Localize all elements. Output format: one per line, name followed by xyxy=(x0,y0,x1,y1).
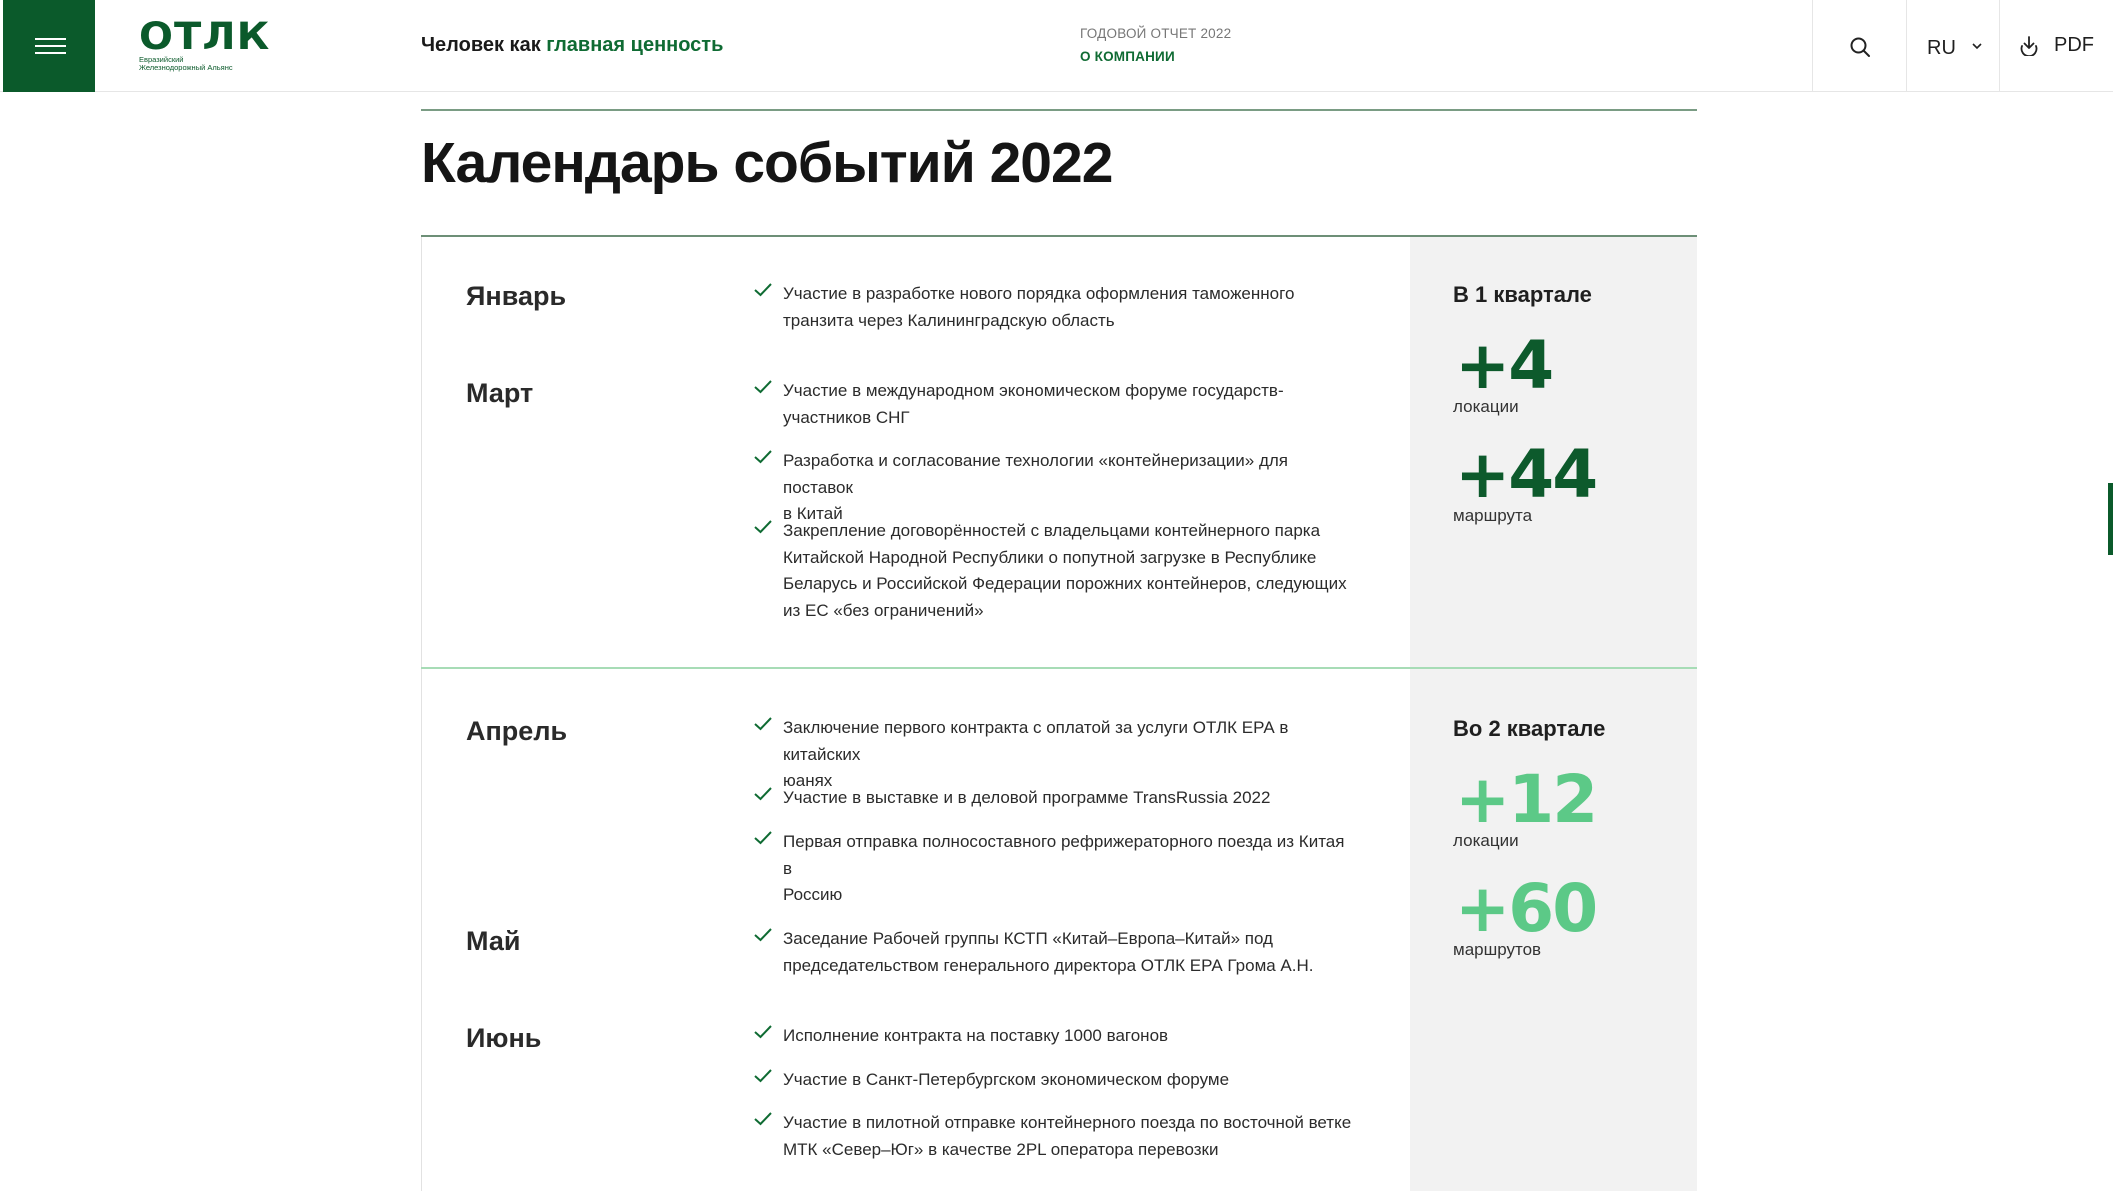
pdf-label: PDF xyxy=(2054,34,2094,56)
event-text-line: из ЕС «без ограничений» xyxy=(783,600,984,620)
stat-value-locations: +4 xyxy=(1455,327,1554,404)
stat-value-routes: +60 xyxy=(1455,870,1598,947)
logo-subtitle-line: Железнодорожный Альянс xyxy=(139,63,233,72)
month-label: Июнь xyxy=(466,1023,542,1053)
check-icon xyxy=(754,717,772,731)
event-text: Первая отправка полносоставного рефрижер… xyxy=(783,829,1353,909)
company-logo[interactable]: ОТЛК Евразийский Железнодорожный Альянс xyxy=(139,18,279,72)
event-item: Исполнение контракта на поставку 1000 ва… xyxy=(753,1023,1353,1050)
event-text: Участие в разработке нового порядка офор… xyxy=(783,281,1353,334)
check-icon xyxy=(754,520,772,534)
menu-button[interactable] xyxy=(3,0,95,92)
stat-caption: локации xyxy=(1453,831,1519,850)
event-text-line: Заключение первого контракта с оплатой з… xyxy=(783,718,1289,764)
event-text-line: транзита через Калининградскую область xyxy=(783,310,1115,330)
stat-caption: локации xyxy=(1453,397,1519,416)
check-icon xyxy=(754,787,772,801)
event-text: Участие в Санкт-Петербургском экономичес… xyxy=(783,1070,1230,1089)
pdf-download-button[interactable]: PDF xyxy=(1999,0,2113,92)
event-text: Заседание Рабочей группы КСТП «Китай–Евр… xyxy=(783,926,1353,979)
event-text-line: участников СНГ xyxy=(783,407,910,427)
event-item: Закрепление договорённостей с владельцам… xyxy=(753,518,1353,624)
event-item: Разработка и согласование технологии «ко… xyxy=(753,448,1353,528)
event-text: Исполнение контракта на поставку 1000 ва… xyxy=(783,1026,1169,1045)
event-item: Заключение первого контракта с оплатой з… xyxy=(753,715,1353,795)
check-icon xyxy=(754,450,772,464)
quarter-title: Во 2 квартале xyxy=(1453,716,1606,741)
stat-caption: маршрута xyxy=(1453,506,1533,525)
header-tagline: Человек как главная ценность xyxy=(421,34,723,57)
event-text-line: Россию xyxy=(783,885,843,904)
month-label: Май xyxy=(466,926,521,956)
month-label: Январь xyxy=(466,281,567,311)
section-link-about[interactable]: О КОМПАНИИ xyxy=(1080,49,1175,64)
event-item: Участие в международном экономическом фо… xyxy=(753,378,1353,431)
quarter-section-q1: Январь Участие в разработке нового поряд… xyxy=(421,235,1697,669)
event-item: Заседание Рабочей группы КСТП «Китай–Евр… xyxy=(753,926,1353,979)
event-item: Участие в пилотной отправке контейнерног… xyxy=(753,1110,1353,1163)
check-icon xyxy=(754,1025,772,1039)
check-icon xyxy=(754,831,772,845)
search-icon xyxy=(1850,37,1870,57)
event-text-line: Участие в разработке нового порядка офор… xyxy=(783,284,1295,303)
event-text: Участие в международном экономическом фо… xyxy=(783,378,1353,431)
search-button[interactable] xyxy=(1812,0,1906,92)
logo-wordmark: ОТЛК xyxy=(139,15,271,58)
check-icon xyxy=(754,1112,772,1126)
divider xyxy=(421,237,422,669)
event-text-line: Китайской Народной Республики о попутной… xyxy=(783,547,1317,567)
menu-icon-bar xyxy=(35,52,66,54)
menu-icon-bar xyxy=(35,45,66,47)
event-text-line: Разработка и согласование технологии «ко… xyxy=(783,451,1288,497)
stat-caption: маршрутов xyxy=(1453,940,1542,959)
event-text-line: Закрепление договорённостей с владельцам… xyxy=(783,521,1321,540)
check-icon xyxy=(754,380,772,394)
scroll-indicator[interactable] xyxy=(2108,483,2113,555)
language-label: RU xyxy=(1927,37,1956,59)
page: ОТЛК Евразийский Железнодорожный Альянс … xyxy=(0,0,2113,1191)
event-text: Участие в пилотной отправке контейнерног… xyxy=(783,1110,1353,1163)
event-text: Участие в выставке и в деловой программе… xyxy=(783,788,1271,807)
quarter-stats-panel: В 1 квартале +4 локации +44 маршрута xyxy=(1410,237,1697,669)
month-label: Март xyxy=(466,378,534,408)
event-text-line: Первая отправка полносоставного рефрижер… xyxy=(783,832,1345,878)
check-icon xyxy=(754,283,772,297)
event-item: Первая отправка полносоставного рефрижер… xyxy=(753,829,1353,909)
language-selector[interactable]: RU xyxy=(1906,0,1999,92)
event-text-line: Беларусь и Российской Федерации порожних… xyxy=(783,574,1347,593)
event-text-line: МТК «Север–Юг» в качестве 2PL оператора … xyxy=(783,1139,1219,1159)
tagline-accent: главная ценность xyxy=(546,34,724,56)
quarter-section-q2: Апрель Заключение первого контракта с оп… xyxy=(421,667,1697,1191)
event-text-line: Участие в международном экономическом фо… xyxy=(783,381,1284,400)
event-text-line: Заседание Рабочей группы КСТП «Китай–Евр… xyxy=(783,929,1273,948)
event-text: Закрепление договорённостей с владельцам… xyxy=(783,518,1353,624)
tagline-prefix: Человек как xyxy=(421,34,547,56)
event-text-line: Участие в пилотной отправке контейнерног… xyxy=(783,1113,1352,1132)
stat-value-locations: +12 xyxy=(1455,761,1598,838)
quarter-title: В 1 квартале xyxy=(1453,282,1592,307)
event-text: Заключение первого контракта с оплатой з… xyxy=(783,715,1353,795)
download-icon xyxy=(2020,36,2038,56)
event-text-line: председательством генерального директора… xyxy=(783,955,1314,975)
event-item: Участие в выставке и в деловой программе… xyxy=(753,785,1353,812)
quarter-stats-panel: Во 2 квартале +12 локации +60 маршрутов xyxy=(1410,669,1697,1191)
site-header: ОТЛК Евразийский Железнодорожный Альянс … xyxy=(0,0,2113,92)
annual-report-label: ГОДОВОЙ ОТЧЕТ 2022 xyxy=(1080,26,1232,41)
event-text: Разработка и согласование технологии «ко… xyxy=(783,448,1353,528)
divider xyxy=(421,669,422,1191)
event-item: Участие в Санкт-Петербургском экономичес… xyxy=(753,1067,1353,1094)
event-item: Участие в разработке нового порядка офор… xyxy=(753,281,1353,334)
menu-icon-bar xyxy=(35,38,66,40)
divider xyxy=(421,109,1697,111)
chevron-down-icon xyxy=(1972,43,1982,50)
check-icon xyxy=(754,928,772,942)
month-label: Апрель xyxy=(466,716,568,746)
check-icon xyxy=(754,1069,772,1083)
page-title: Календарь событий 2022 xyxy=(421,131,1113,195)
stat-value-routes: +44 xyxy=(1455,436,1598,513)
